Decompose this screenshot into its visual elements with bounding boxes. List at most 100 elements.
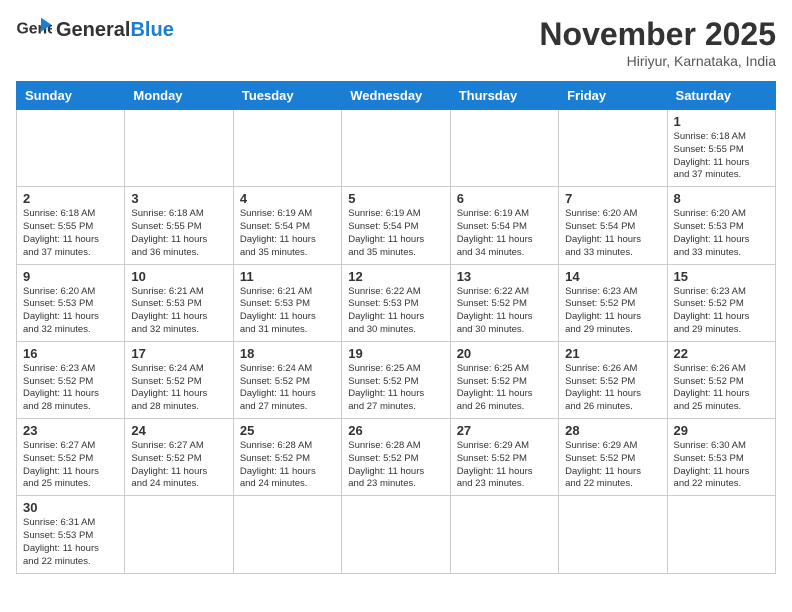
calendar-cell: 14 Sunrise: 6:23 AMSunset: 5:52 PMDayligh… [559,264,667,341]
day-info: Sunrise: 6:23 AMSunset: 5:52 PMDaylight:… [565,286,660,337]
day-number: 4 [240,191,335,206]
calendar-week-5: 23Sunrise: 6:27 AMSunset: 5:52 PMDayligh… [17,419,776,496]
day-number: 12 [348,269,443,284]
weekday-header-tuesday: Tuesday [233,82,341,110]
day-number: 29 [674,423,769,438]
calendar-cell: 30 Sunrise: 6:31 AMSunset: 5:53 PMDayligh… [17,496,125,573]
calendar-week-6: 30 Sunrise: 6:31 AMSunset: 5:53 PMDayligh… [17,496,776,573]
day-info: Sunrise: 6:19 AMSunset: 5:54 PMDaylight:… [348,208,443,259]
calendar-cell [17,110,125,187]
day-info: Sunrise: 6:31 AMSunset: 5:53 PMDaylight:… [23,517,118,568]
day-number: 27 [457,423,552,438]
weekday-header-wednesday: Wednesday [342,82,450,110]
calendar-cell: 12 Sunrise: 6:22 AMSunset: 5:53 PMDayligh… [342,264,450,341]
calendar-cell [450,110,558,187]
day-info: Sunrise: 6:22 AMSunset: 5:52 PMDaylight:… [457,286,552,337]
calendar-table: SundayMondayTuesdayWednesdayThursdayFrid… [16,81,776,574]
day-info: Sunrise: 6:30 AMSunset: 5:53 PMDaylight:… [674,440,769,491]
day-info: Sunrise: 6:27 AMSunset: 5:52 PMDaylight:… [131,440,226,491]
day-number: 25 [240,423,335,438]
calendar-cell: 9Sunrise: 6:20 AMSunset: 5:53 PMDaylight… [17,264,125,341]
calendar-cell: 26 Sunrise: 6:28 AMSunset: 5:52 PMDayligh… [342,419,450,496]
day-number: 16 [23,346,118,361]
day-info: Sunrise: 6:27 AMSunset: 5:52 PMDaylight:… [23,440,118,491]
calendar-cell [125,496,233,573]
logo: General GeneralBlue [16,16,174,44]
location-text: Hiriyur, Karnataka, India [539,53,776,69]
weekday-header-friday: Friday [559,82,667,110]
day-number: 6 [457,191,552,206]
title-block: November 2025 Hiriyur, Karnataka, India [539,16,776,69]
day-number: 17 [131,346,226,361]
day-info: Sunrise: 6:18 AMSunset: 5:55 PMDaylight:… [23,208,118,259]
day-number: 1 [674,114,769,129]
day-number: 11 [240,269,335,284]
calendar-cell: 19 Sunrise: 6:25 AMSunset: 5:52 PMDayligh… [342,341,450,418]
day-info: Sunrise: 6:19 AMSunset: 5:54 PMDaylight:… [457,208,552,259]
logo-blue-text: Blue [130,19,173,41]
day-info: Sunrise: 6:26 AMSunset: 5:52 PMDaylight:… [565,363,660,414]
day-info: Sunrise: 6:21 AMSunset: 5:53 PMDaylight:… [131,286,226,337]
day-info: Sunrise: 6:23 AMSunset: 5:52 PMDaylight:… [23,363,118,414]
calendar-cell [233,496,341,573]
calendar-cell: 6 Sunrise: 6:19 AMSunset: 5:54 PMDaylight… [450,187,558,264]
weekday-header-thursday: Thursday [450,82,558,110]
calendar-week-3: 9Sunrise: 6:20 AMSunset: 5:53 PMDaylight… [17,264,776,341]
day-info: Sunrise: 6:23 AMSunset: 5:52 PMDaylight:… [674,286,769,337]
day-info: Sunrise: 6:22 AMSunset: 5:53 PMDaylight:… [348,286,443,337]
month-title: November 2025 [539,16,776,53]
calendar-week-4: 16 Sunrise: 6:23 AMSunset: 5:52 PMDayligh… [17,341,776,418]
day-info: Sunrise: 6:24 AMSunset: 5:52 PMDaylight:… [131,363,226,414]
page-header: General GeneralBlue November 2025 Hiriyu… [16,16,776,69]
day-info: Sunrise: 6:25 AMSunset: 5:52 PMDaylight:… [457,363,552,414]
day-number: 18 [240,346,335,361]
weekday-header-saturday: Saturday [667,82,775,110]
calendar-cell: 16 Sunrise: 6:23 AMSunset: 5:52 PMDayligh… [17,341,125,418]
calendar-cell: 13 Sunrise: 6:22 AMSunset: 5:52 PMDayligh… [450,264,558,341]
day-info: Sunrise: 6:20 AMSunset: 5:53 PMDaylight:… [23,286,118,337]
day-info: Sunrise: 6:18 AMSunset: 5:55 PMDaylight:… [674,131,769,182]
day-info: Sunrise: 6:21 AMSunset: 5:53 PMDaylight:… [240,286,335,337]
day-number: 28 [565,423,660,438]
day-info: Sunrise: 6:25 AMSunset: 5:52 PMDaylight:… [348,363,443,414]
day-number: 10 [131,269,226,284]
day-info: Sunrise: 6:18 AMSunset: 5:55 PMDaylight:… [131,208,226,259]
calendar-cell: 25Sunrise: 6:28 AMSunset: 5:52 PMDayligh… [233,419,341,496]
logo-icon: General [16,16,52,44]
day-number: 14 [565,269,660,284]
day-info: Sunrise: 6:29 AMSunset: 5:52 PMDaylight:… [457,440,552,491]
calendar-cell: 7 Sunrise: 6:20 AMSunset: 5:54 PMDaylight… [559,187,667,264]
calendar-cell: 18Sunrise: 6:24 AMSunset: 5:52 PMDayligh… [233,341,341,418]
day-number: 30 [23,500,118,515]
day-number: 3 [131,191,226,206]
calendar-cell: 24 Sunrise: 6:27 AMSunset: 5:52 PMDayligh… [125,419,233,496]
day-number: 24 [131,423,226,438]
calendar-cell: 29 Sunrise: 6:30 AMSunset: 5:53 PMDayligh… [667,419,775,496]
day-info: Sunrise: 6:29 AMSunset: 5:52 PMDaylight:… [565,440,660,491]
day-info: Sunrise: 6:20 AMSunset: 5:53 PMDaylight:… [674,208,769,259]
calendar-cell: 23Sunrise: 6:27 AMSunset: 5:52 PMDayligh… [17,419,125,496]
day-info: Sunrise: 6:20 AMSunset: 5:54 PMDaylight:… [565,208,660,259]
day-number: 2 [23,191,118,206]
calendar-cell: 8Sunrise: 6:20 AMSunset: 5:53 PMDaylight… [667,187,775,264]
calendar-cell [450,496,558,573]
calendar-cell: 11 Sunrise: 6:21 AMSunset: 5:53 PMDayligh… [233,264,341,341]
day-info: Sunrise: 6:19 AMSunset: 5:54 PMDaylight:… [240,208,335,259]
calendar-cell [559,110,667,187]
day-info: Sunrise: 6:28 AMSunset: 5:52 PMDaylight:… [348,440,443,491]
day-number: 13 [457,269,552,284]
calendar-cell: 22Sunrise: 6:26 AMSunset: 5:52 PMDayligh… [667,341,775,418]
day-number: 19 [348,346,443,361]
calendar-cell: 27 Sunrise: 6:29 AMSunset: 5:52 PMDayligh… [450,419,558,496]
calendar-cell: 21Sunrise: 6:26 AMSunset: 5:52 PMDayligh… [559,341,667,418]
calendar-week-1: 1 Sunrise: 6:18 AMSunset: 5:55 PMDaylight… [17,110,776,187]
calendar-cell [233,110,341,187]
calendar-cell: 17 Sunrise: 6:24 AMSunset: 5:52 PMDayligh… [125,341,233,418]
day-number: 7 [565,191,660,206]
calendar-cell: 10 Sunrise: 6:21 AMSunset: 5:53 PMDayligh… [125,264,233,341]
calendar-cell: 20Sunrise: 6:25 AMSunset: 5:52 PMDayligh… [450,341,558,418]
day-number: 5 [348,191,443,206]
day-info: Sunrise: 6:26 AMSunset: 5:52 PMDaylight:… [674,363,769,414]
day-number: 26 [348,423,443,438]
calendar-cell: 5 Sunrise: 6:19 AMSunset: 5:54 PMDaylight… [342,187,450,264]
